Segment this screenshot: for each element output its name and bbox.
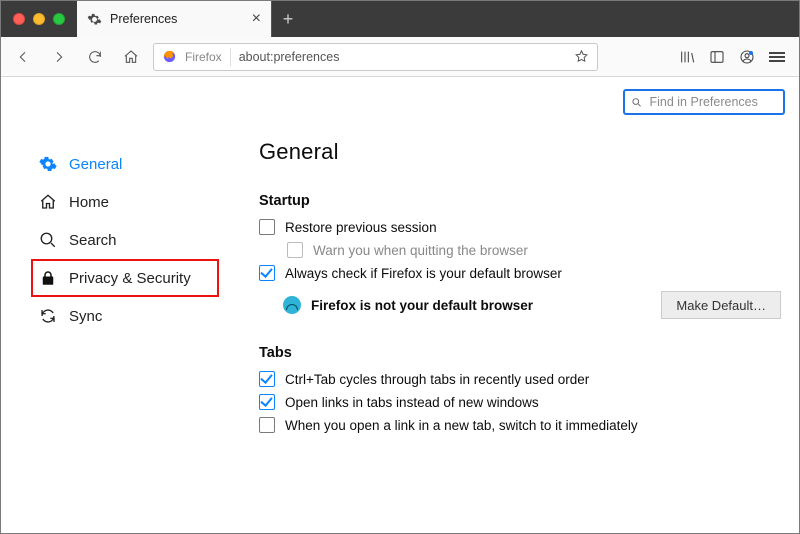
sync-icon <box>39 307 57 325</box>
checkbox-label: Warn you when quitting the browser <box>313 243 528 258</box>
checkbox-row-switch-immediately[interactable]: When you open a link in a new tab, switc… <box>259 417 781 433</box>
checkbox-label: When you open a link in a new tab, switc… <box>285 418 638 433</box>
checkbox[interactable] <box>259 394 275 410</box>
checkbox-label: Ctrl+Tab cycles through tabs in recently… <box>285 372 589 387</box>
close-tab-icon[interactable]: × <box>252 11 261 27</box>
gear-icon <box>39 155 57 173</box>
bookmark-star-icon[interactable] <box>574 49 589 64</box>
preferences-main: General Startup Restore previous session… <box>219 77 799 533</box>
library-icon[interactable] <box>679 49 695 65</box>
url-text: about:preferences <box>239 50 340 64</box>
make-default-button[interactable]: Make Default… <box>661 291 781 319</box>
default-browser-status-row: Firefox is not your default browser Make… <box>283 291 781 319</box>
checkbox-label: Open links in tabs instead of new window… <box>285 395 539 410</box>
sidebar-item-general[interactable]: General <box>31 145 219 183</box>
gear-icon <box>87 12 102 27</box>
forward-button[interactable] <box>45 43 73 71</box>
search-icon <box>39 231 57 249</box>
minimize-window-button[interactable] <box>33 13 45 25</box>
close-window-button[interactable] <box>13 13 25 25</box>
sidebar-toggle-icon[interactable] <box>709 49 725 65</box>
page-title: General <box>259 139 781 165</box>
checkbox-label: Restore previous session <box>285 220 437 235</box>
back-button[interactable] <box>9 43 37 71</box>
sidebar-item-label: Privacy & Security <box>69 270 191 287</box>
toolbar-right <box>679 49 791 65</box>
account-icon[interactable] <box>739 49 755 65</box>
checkbox-row-ctrl-tab[interactable]: Ctrl+Tab cycles through tabs in recently… <box>259 371 781 387</box>
sidebar-item-search[interactable]: Search <box>31 221 219 259</box>
new-tab-button[interactable]: + <box>272 1 304 37</box>
checkbox[interactable] <box>259 371 275 387</box>
preferences-sidebar: General Home Search Privacy & Security S… <box>1 77 219 533</box>
lock-icon <box>39 269 57 287</box>
checkbox-row-open-in-tabs[interactable]: Open links in tabs instead of new window… <box>259 394 781 410</box>
sidebar-item-label: Search <box>69 232 117 249</box>
sidebar-item-sync[interactable]: Sync <box>31 297 219 335</box>
home-icon <box>39 193 57 211</box>
sidebar-item-label: General <box>69 156 122 173</box>
sidebar-item-label: Sync <box>69 308 102 325</box>
checkbox[interactable] <box>259 219 275 235</box>
firefox-icon <box>162 49 177 64</box>
checkbox-label: Always check if Firefox is your default … <box>285 266 562 281</box>
home-button-toolbar[interactable] <box>117 43 145 71</box>
section-title-tabs: Tabs <box>259 345 781 361</box>
zoom-window-button[interactable] <box>53 13 65 25</box>
checkbox[interactable] <box>259 417 275 433</box>
section-title-startup: Startup <box>259 193 781 209</box>
reload-button[interactable] <box>81 43 109 71</box>
address-bar[interactable]: Firefox about:preferences <box>153 43 598 71</box>
checkbox[interactable] <box>259 265 275 281</box>
identity-label: Firefox <box>185 50 222 64</box>
navigation-toolbar: Firefox about:preferences <box>1 37 799 77</box>
sidebar-item-label: Home <box>69 194 109 211</box>
browser-window: Preferences × + Firefox about:preference… <box>0 0 800 534</box>
checkbox <box>287 242 303 258</box>
checkbox-row-warn-on-quit: Warn you when quitting the browser <box>259 242 781 258</box>
status-text: Firefox is not your default browser <box>311 298 533 313</box>
checkbox-row-default-browser-check[interactable]: Always check if Firefox is your default … <box>259 265 781 281</box>
window-controls <box>1 1 77 37</box>
sad-face-icon <box>283 296 301 314</box>
titlebar: Preferences × + <box>1 1 799 37</box>
tab-preferences[interactable]: Preferences × <box>77 1 272 37</box>
preferences-content: General Home Search Privacy & Security S… <box>1 77 799 533</box>
sidebar-item-home[interactable]: Home <box>31 183 219 221</box>
separator <box>230 48 231 66</box>
checkbox-row-restore-session[interactable]: Restore previous session <box>259 219 781 235</box>
button-label: Make Default… <box>676 298 766 313</box>
sidebar-item-privacy-security[interactable]: Privacy & Security <box>31 259 219 297</box>
tab-label: Preferences <box>110 12 177 26</box>
menu-button[interactable] <box>769 50 785 64</box>
